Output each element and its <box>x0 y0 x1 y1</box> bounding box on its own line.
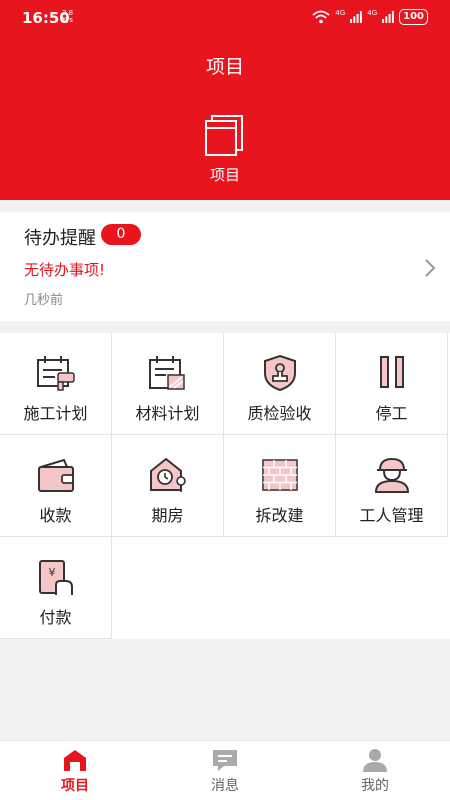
function-grid: 施工计划 材料计划 质检验收 停工 收款 期房 拆改建 工人管理 ¥ 付款 <box>0 333 450 639</box>
grid-item-construction-plan[interactable]: 施工计划 <box>0 333 112 435</box>
wallet-icon <box>38 458 74 492</box>
grid-item-label: 期房 <box>151 506 184 525</box>
tab-messages[interactable]: 消息 <box>150 741 300 800</box>
project-switch-button[interactable]: 项目 <box>195 114 255 186</box>
grid-item-renovation[interactable]: 拆改建 <box>224 435 336 537</box>
header: 16:50 3.8 K/s 4G 4G 100 项目 项目 <box>0 0 450 200</box>
grid-item-label: 材料计划 <box>135 404 200 423</box>
home-icon <box>64 750 86 771</box>
network-speed: 3.8 K/s <box>62 10 73 24</box>
todo-title: 待办提醒 <box>24 228 96 249</box>
grid-item-worker-management[interactable]: 工人管理 <box>336 435 448 537</box>
grid-item-label: 拆改建 <box>255 506 304 525</box>
svg-text:¥: ¥ <box>49 566 56 579</box>
todo-reminder-card[interactable]: 待办提醒 0 无待办事项! 几秒前 <box>0 212 450 321</box>
tab-project[interactable]: 项目 <box>0 741 150 800</box>
grid-item-label: 收款 <box>39 506 72 525</box>
grid-item-label: 质检验收 <box>247 404 312 423</box>
tab-profile[interactable]: 我的 <box>300 741 450 800</box>
chevron-right-icon <box>425 259 436 277</box>
network-type-1: 4G <box>335 9 346 17</box>
wifi-icon <box>312 10 330 24</box>
tab-label: 项目 <box>61 778 89 794</box>
grid-item-label: 停工 <box>375 404 408 423</box>
battery-indicator: 100 <box>399 9 428 25</box>
grid-item-label: 施工计划 <box>23 404 88 423</box>
grid-item-material-plan[interactable]: 材料计划 <box>112 333 224 435</box>
grid-item-payment[interactable]: ¥ 付款 <box>0 537 112 639</box>
construction-plan-icon <box>37 356 75 391</box>
bottom-tab-bar: 项目 消息 我的 <box>0 740 450 800</box>
house-key-icon <box>150 457 186 492</box>
signal-icon <box>382 11 395 23</box>
todo-timestamp: 几秒前 <box>24 293 64 308</box>
pause-icon <box>380 356 404 388</box>
status-bar: 16:50 3.8 K/s 4G 4G 100 <box>0 0 450 36</box>
project-switch-label: 项目 <box>209 166 240 184</box>
grid-item-quality-inspection[interactable]: 质检验收 <box>224 333 336 435</box>
todo-count-badge: 0 <box>101 224 141 245</box>
status-icons: 4G 4G 100 <box>312 9 428 25</box>
message-icon <box>213 750 237 771</box>
signal-icon <box>350 11 363 23</box>
grid-item-future-house[interactable]: 期房 <box>112 435 224 537</box>
todo-message: 无待办事项! <box>24 261 106 279</box>
quality-inspection-icon <box>264 355 296 391</box>
documents-icon <box>205 115 243 156</box>
tab-label: 我的 <box>361 778 389 794</box>
payment-icon: ¥ <box>39 560 73 595</box>
grid-item-label: 工人管理 <box>359 506 424 525</box>
grid-item-collection[interactable]: 收款 <box>0 435 112 537</box>
network-speed-unit: K/s <box>62 16 73 24</box>
page-title: 项目 <box>205 56 244 78</box>
brick-wall-icon <box>262 459 298 491</box>
material-plan-icon <box>149 356 185 390</box>
network-type-2: 4G <box>367 9 378 17</box>
worker-icon <box>374 457 410 493</box>
profile-icon <box>363 749 387 772</box>
grid-item-pause[interactable]: 停工 <box>336 333 448 435</box>
tab-label: 消息 <box>211 778 239 794</box>
grid-item-label: 付款 <box>39 608 72 627</box>
